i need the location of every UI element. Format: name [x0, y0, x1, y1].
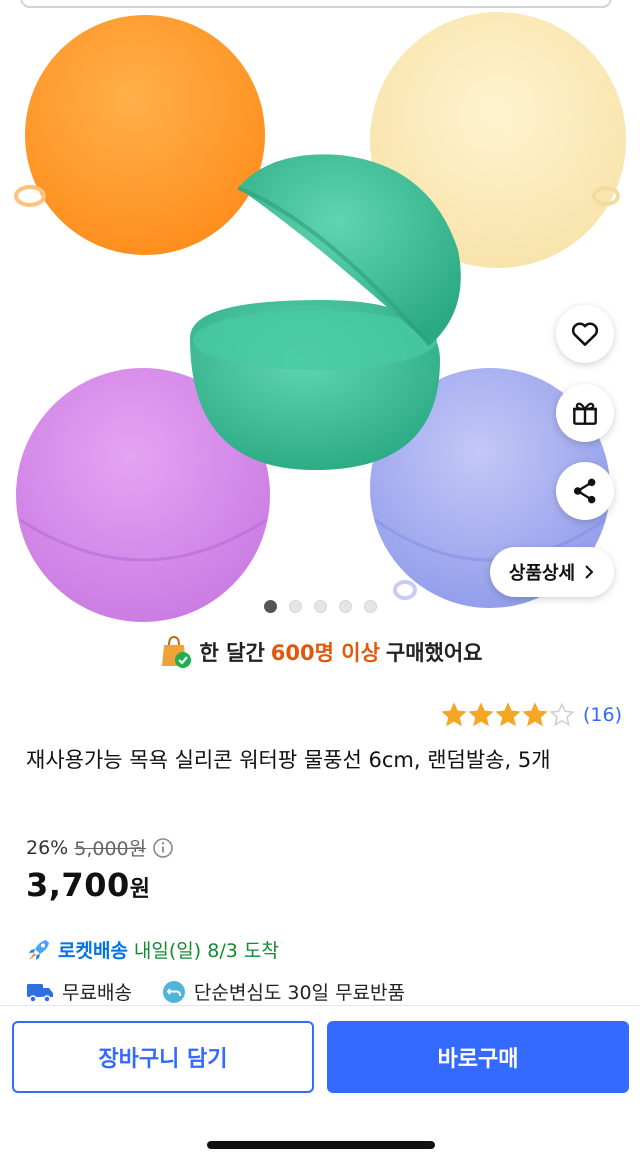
review-count[interactable]: (16)	[583, 704, 622, 726]
banner-prefix: 한 달간	[199, 641, 265, 665]
arrival-date: 내일(일) 8/3 도착	[133, 940, 279, 962]
gallery-pagination	[0, 600, 640, 613]
banner-suffix: 구매했어요	[385, 641, 483, 665]
gift-button[interactable]	[556, 384, 614, 442]
truck-icon	[27, 983, 53, 1003]
pagination-dot[interactable]	[288, 600, 302, 613]
pagination-dot[interactable]	[313, 600, 327, 613]
discount-rate: 26%	[26, 836, 69, 859]
heart-icon	[571, 322, 599, 346]
buy-now-button[interactable]: 바로구매	[327, 1021, 629, 1093]
product-rating[interactable]: (16)	[441, 702, 622, 728]
product-detail-button[interactable]: 상품상세	[490, 547, 614, 597]
product-image	[14, 12, 626, 622]
star-filled-icon	[522, 702, 548, 727]
search-bar[interactable]	[20, 0, 612, 8]
price-number: 3,700	[26, 866, 130, 904]
rating-stars	[441, 702, 575, 728]
star-filled-icon	[495, 702, 521, 727]
original-price: 5,000원	[74, 838, 147, 860]
pagination-dot[interactable]	[338, 600, 352, 613]
gift-icon	[573, 402, 597, 425]
home-indicator	[207, 1141, 435, 1149]
sale-price: 3,700원	[26, 866, 150, 904]
free-shipping-label: 무료배송	[62, 982, 132, 1004]
purchase-count-banner: 한 달간 600명 이상 구매했어요	[0, 632, 640, 672]
rocket-delivery-label: 로켓배송	[58, 940, 128, 962]
product-detail-label: 상품상세	[508, 563, 576, 584]
shipping-info-row: 무료배송 단순변심도 30일 무료반품	[26, 978, 405, 1005]
add-to-cart-button[interactable]: 장바구니 담기	[12, 1021, 314, 1093]
bottom-action-bar: 장바구니 담기 바로구매	[0, 1005, 640, 1160]
return-policy-label: 단순변심도 30일 무료반품	[193, 982, 405, 1004]
star-filled-icon	[441, 702, 467, 727]
share-icon	[573, 478, 596, 504]
price-unit: 원	[129, 877, 151, 902]
orange-ball	[25, 15, 265, 255]
star-filled-icon	[468, 702, 494, 727]
rocket-icon	[29, 939, 49, 960]
pagination-dot[interactable]	[263, 600, 277, 613]
pagination-dot[interactable]	[363, 600, 377, 613]
return-icon	[162, 980, 185, 1003]
shopping-bag-check-icon	[161, 635, 191, 668]
rocket-delivery-row: 로켓배송 내일(일) 8/3 도착	[26, 936, 279, 963]
banner-highlight: 600명 이상	[270, 641, 380, 665]
wishlist-button[interactable]	[556, 305, 614, 363]
product-title: 재사용가능 목욕 실리콘 워터팡 물풍선 6cm, 랜덤발송, 5개	[26, 748, 551, 772]
product-image-gallery[interactable]: 상품상세	[0, 0, 640, 625]
chevron-right-icon	[585, 565, 594, 579]
info-icon[interactable]	[152, 837, 174, 859]
share-button[interactable]	[556, 462, 614, 520]
discount-row: 26% 5,000원	[26, 834, 174, 861]
star-empty-icon	[549, 702, 575, 727]
